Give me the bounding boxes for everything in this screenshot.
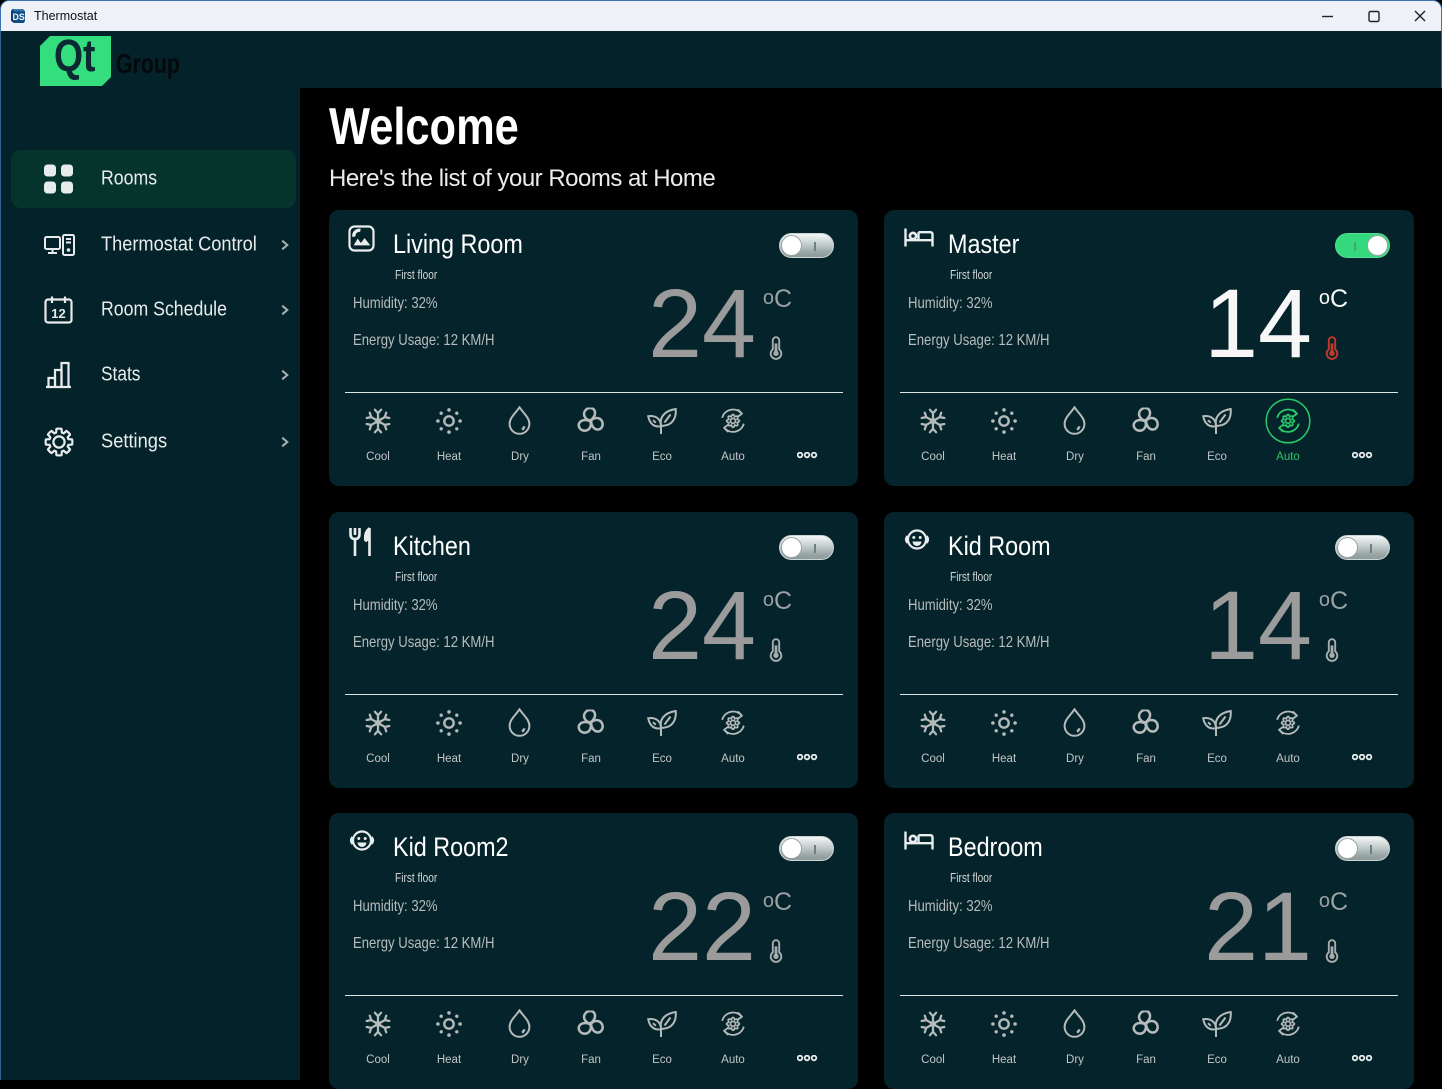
svg-text:DS: DS — [12, 12, 24, 22]
